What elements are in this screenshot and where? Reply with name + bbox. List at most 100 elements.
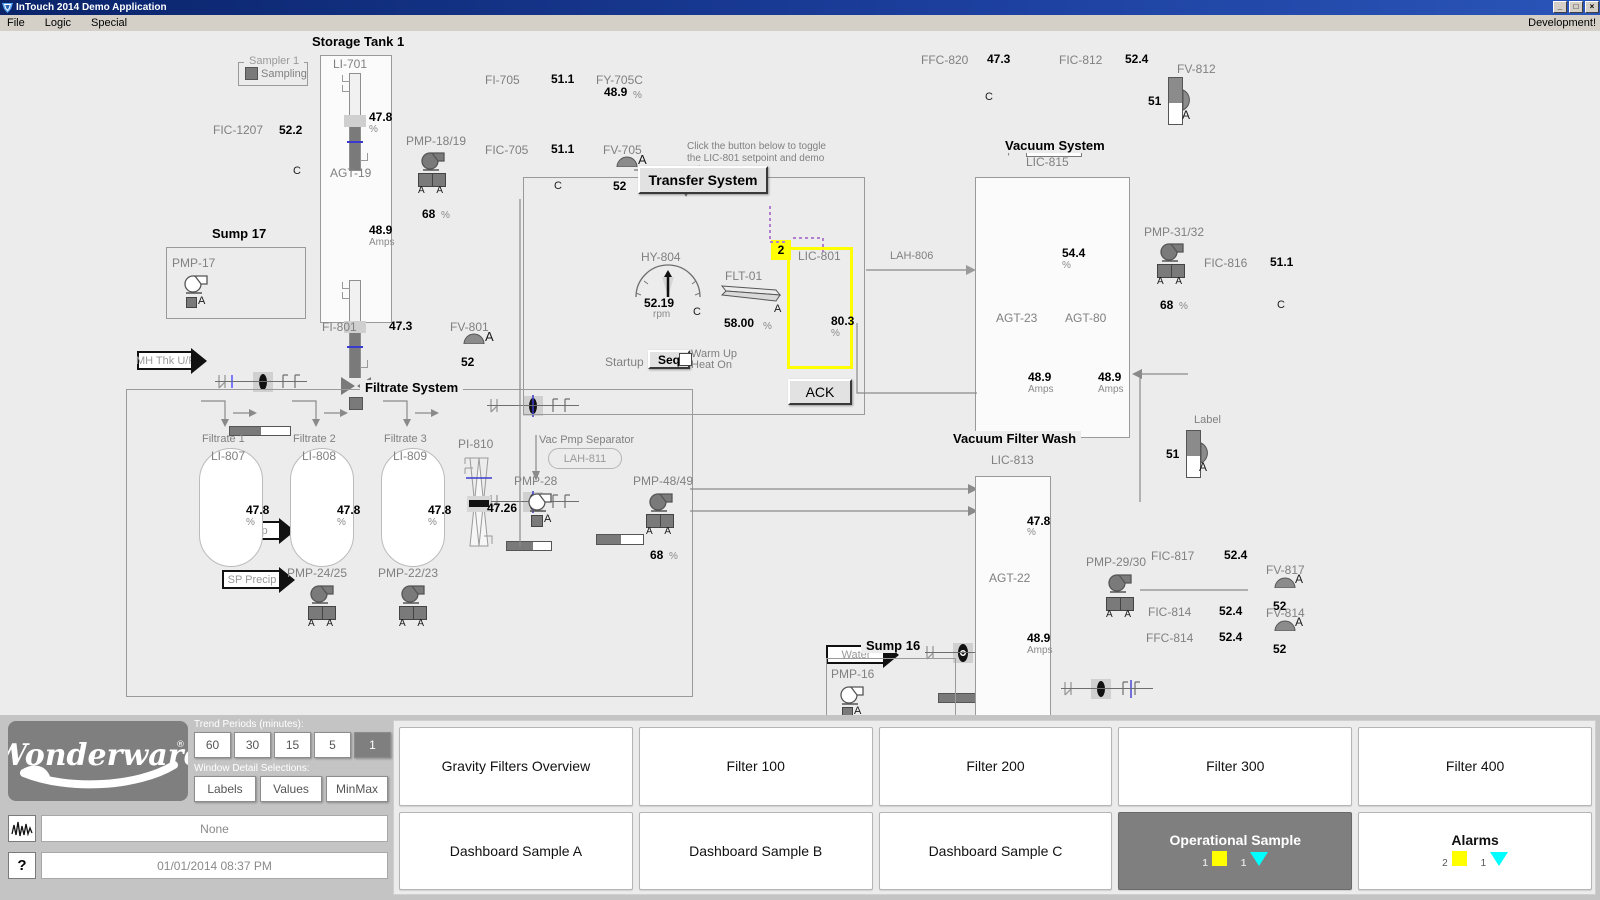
trend-period-5[interactable]: 5: [314, 732, 351, 758]
maximize-button[interactable]: □: [1569, 1, 1583, 13]
nav-button-filter-400[interactable]: Filter 400: [1358, 727, 1592, 806]
menu-item-file[interactable]: File: [4, 17, 28, 29]
hy804-tag: HY-804: [641, 250, 681, 264]
detail-labels-button[interactable]: Labels: [194, 776, 256, 802]
detail-values-button[interactable]: Values: [260, 776, 322, 802]
minimize-button[interactable]: _: [1553, 1, 1567, 13]
nav-button-filter-300[interactable]: Filter 300: [1118, 727, 1353, 806]
navigation-panel: Gravity Filters Overview Filter 100 Filt…: [393, 720, 1596, 895]
pmp2223-pump-icon[interactable]: [400, 582, 426, 604]
ffc814-tag: FFC-814: [1146, 631, 1194, 645]
vacuum-filter-wash-title: Vacuum Filter Wash: [948, 431, 1082, 446]
nav-button-alarms[interactable]: Alarms 2 1: [1358, 811, 1592, 890]
nav-label: Filter 300: [1206, 758, 1265, 775]
nav-label: Dashboard Sample A: [449, 842, 583, 859]
li701-level-indicator[interactable]: [341, 73, 368, 171]
nav-button-dashboard-sample-c[interactable]: Dashboard Sample C: [878, 811, 1113, 890]
filtrate-feed-arrows: [201, 400, 439, 427]
datetime-field: 01/01/2014 08:37 PM: [41, 852, 388, 879]
pmp1819-pump-icon[interactable]: [420, 149, 446, 171]
agt19-indicator[interactable]: [341, 280, 371, 410]
nav-button-filter-100[interactable]: Filter 100: [638, 727, 873, 806]
pmp17-state-box[interactable]: [186, 297, 197, 308]
trend-period-60[interactable]: 60: [194, 732, 231, 758]
menu-item-special[interactable]: Special: [88, 17, 130, 29]
pmp16-mode: A: [854, 705, 862, 715]
trend-selection-field[interactable]: None: [41, 815, 388, 842]
sump17-title: Sump 17: [207, 226, 272, 241]
vacuum-return-pipe: [856, 323, 977, 394]
flt01-filter-icon[interactable]: [720, 281, 782, 303]
pmp3132-pump-icon[interactable]: [1159, 240, 1185, 262]
li807-tag: LI-807: [211, 449, 246, 463]
fv812-position-track[interactable]: [1168, 77, 1183, 125]
nav-button-gravity-filters-overview[interactable]: Gravity Filters Overview: [399, 727, 633, 806]
pmp2425-pump-icon[interactable]: [309, 582, 335, 604]
agt19-value: 48.9: [369, 223, 393, 237]
li808-unit: %: [337, 517, 346, 528]
agt22-unit: Amps: [1027, 645, 1053, 656]
fv812-tag: FV-812: [1177, 62, 1216, 76]
detail-minmax-button[interactable]: MinMax: [326, 776, 388, 802]
li808-value: 47.8: [337, 503, 361, 517]
nav-button-filter-200[interactable]: Filter 200: [878, 727, 1113, 806]
lic801-alarm-frame[interactable]: [787, 247, 853, 369]
nav-button-operational-sample[interactable]: Operational Sample 1 1: [1118, 811, 1353, 890]
agt23-unit: Amps: [1028, 384, 1054, 395]
toolbar-left-panel: Wonderware ® Trend Periods (minutes): 60…: [4, 719, 391, 896]
nav-alarm-counts: 2 1: [1442, 851, 1509, 869]
separator-label: Vac Pmp Separator: [539, 434, 635, 446]
pmp16-pump-icon[interactable]: [839, 683, 865, 705]
trend-period-1[interactable]: 1: [354, 732, 391, 758]
lah806-arrow-icon: [866, 265, 976, 275]
trend-period-15[interactable]: 15: [274, 732, 311, 758]
vacuum-system-title: Vacuum System: [1000, 138, 1110, 153]
agt22-value: 48.9: [1027, 631, 1051, 645]
fic705-value: 51.1: [551, 142, 575, 156]
label-valve-tag: Label: [1194, 414, 1221, 426]
process-graphic-canvas: Sampler 1 Sampling Storage Tank 1 LI-701…: [0, 31, 1600, 715]
nav-button-dashboard-sample-b[interactable]: Dashboard Sample B: [638, 811, 873, 890]
close-button[interactable]: ×: [1585, 1, 1599, 13]
pmp4849-tag: PMP-48/49: [633, 474, 694, 488]
fic817-value: 52.4: [1224, 548, 1248, 562]
pmp1819-speed-unit: %: [441, 210, 450, 221]
nav-button-dashboard-sample-a[interactable]: Dashboard Sample A: [399, 811, 633, 890]
info-count: 1: [1480, 857, 1487, 869]
fic1207-bar-label: C: [293, 165, 301, 177]
fv705-mode: A: [638, 152, 647, 167]
pmp17-pump-icon[interactable]: [183, 272, 209, 294]
menu-item-logic[interactable]: Logic: [42, 17, 74, 29]
fv817-actuator-icon[interactable]: [1274, 576, 1296, 588]
pmp4849-speed: 68: [650, 548, 664, 562]
sump17-pump-tag: PMP-17: [172, 256, 216, 270]
agt22-tag: AGT-22: [989, 571, 1031, 585]
sampler-status-indicator[interactable]: [245, 67, 258, 80]
fic812-tag: FIC-812: [1059, 53, 1103, 67]
flt01-value: 58.00: [724, 316, 755, 330]
transfer-system-button[interactable]: Transfer System: [638, 166, 768, 194]
pmp2930-pump-icon[interactable]: [1107, 571, 1133, 593]
fy705c-unit: %: [633, 90, 642, 101]
separator-tag[interactable]: LAH-811: [548, 448, 622, 469]
fv814-actuator-icon[interactable]: [1274, 619, 1296, 631]
lic801-ack-button[interactable]: ACK: [788, 379, 852, 405]
trend-period-30[interactable]: 30: [234, 732, 271, 758]
pmp4849-pump-icon[interactable]: [648, 490, 674, 512]
window-controls: _ □ ×: [1553, 1, 1599, 13]
pmp16-state-box[interactable]: [842, 707, 853, 715]
fic816-value: 51.1: [1270, 255, 1294, 269]
waveform-icon[interactable]: [8, 815, 36, 842]
input-mh-thk-uf[interactable]: MH Thk U/F: [136, 347, 207, 374]
sampler-status-label: Sampling: [261, 68, 307, 80]
fi705-tag: FI-705: [485, 73, 520, 87]
hy804-gauge[interactable]: [632, 263, 704, 299]
fv817-mode: A: [1295, 572, 1304, 586]
fic817-tag: FIC-817: [1151, 549, 1195, 563]
fv801-actuator-icon[interactable]: [463, 332, 485, 344]
fic812-instrument[interactable]: [1061, 676, 1153, 702]
li701-unit: %: [369, 124, 378, 135]
startup-label: Startup: [605, 355, 644, 369]
label-valve-value: 51: [1166, 447, 1180, 461]
help-button[interactable]: ?: [8, 852, 36, 879]
